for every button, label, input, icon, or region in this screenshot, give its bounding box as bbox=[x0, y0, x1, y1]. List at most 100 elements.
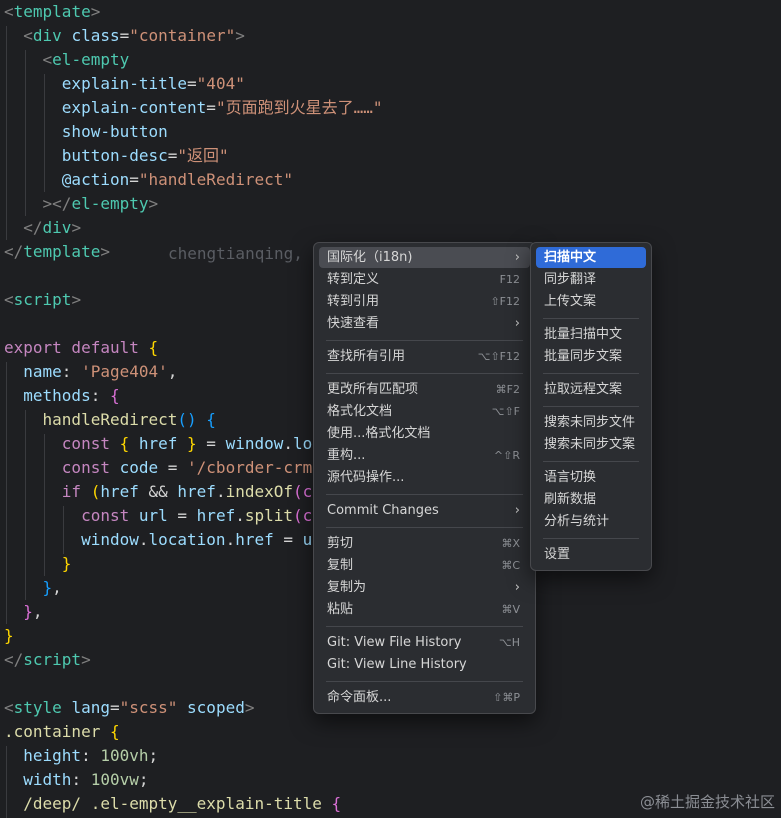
menu-item-label: 扫描中文 bbox=[544, 250, 597, 265]
code-line[interactable]: } bbox=[4, 552, 72, 576]
menu-item[interactable]: 源代码操作... bbox=[319, 467, 530, 488]
code-token: 100vw bbox=[90, 770, 139, 789]
code-line[interactable]: .container { bbox=[4, 720, 120, 744]
menu-item[interactable]: 使用...格式化文档 bbox=[319, 423, 530, 444]
menu-item[interactable]: 剪切 ⌘X bbox=[319, 533, 530, 554]
menu-item[interactable]: 搜索未同步文件 bbox=[536, 412, 646, 433]
menu-item[interactable]: 格式化文档 ⌥⇧F bbox=[319, 401, 530, 422]
code-line[interactable]: }, bbox=[4, 600, 42, 624]
menu-item[interactable]: 更改所有匹配项 ⌘F2 bbox=[319, 379, 530, 400]
code-line[interactable]: show-button bbox=[4, 120, 168, 144]
code-line[interactable]: <div class="container"> bbox=[4, 24, 245, 48]
code-line[interactable]: const { href } = window.lo bbox=[4, 432, 312, 456]
code-token: { bbox=[119, 434, 139, 453]
code-token: < bbox=[4, 2, 14, 21]
code-line[interactable]: </div> bbox=[4, 216, 81, 240]
code-line[interactable]: width: 100vw; bbox=[4, 768, 148, 792]
menu-item[interactable]: 同步翻译 bbox=[536, 269, 646, 290]
menu-item[interactable]: 转到引用 ⇧F12 bbox=[319, 291, 530, 312]
code-line[interactable]: name: 'Page404', bbox=[4, 360, 177, 384]
code-token: explain-content bbox=[61, 98, 207, 117]
menu-item[interactable]: 刷新数据 bbox=[536, 489, 646, 510]
menu-item[interactable]: 批量扫描中文 bbox=[536, 324, 646, 345]
menu-item[interactable]: 粘贴 ⌘V bbox=[319, 599, 530, 620]
menu-item[interactable]: 查找所有引用 ⌥⇧F12 bbox=[319, 346, 530, 367]
code-token: } bbox=[23, 602, 33, 621]
git-blame-annotation: chengtianqing, bbox=[168, 244, 303, 263]
code-line[interactable]: /deep/ .el-empty__explain-title { bbox=[4, 792, 341, 816]
code-line[interactable]: <template> bbox=[4, 0, 100, 24]
menu-item[interactable]: 转到定义 F12 bbox=[319, 269, 530, 290]
menu-item[interactable]: 拉取远程文案 bbox=[536, 379, 646, 400]
code-line[interactable]: </script> bbox=[4, 648, 91, 672]
menu-item[interactable]: 批量同步文案 bbox=[536, 346, 646, 367]
code-line[interactable]: </template> bbox=[4, 240, 110, 264]
code-token: < bbox=[23, 26, 33, 45]
code-line[interactable]: explain-content="页面跑到火星去了……" bbox=[4, 96, 383, 120]
menu-item[interactable]: Git: View File History ⌥H bbox=[319, 632, 530, 653]
menu-separator bbox=[326, 527, 523, 528]
code-line[interactable]: } bbox=[4, 624, 14, 648]
code-line[interactable]: @action="handleRedirect" bbox=[4, 168, 293, 192]
code-token: , bbox=[52, 578, 62, 597]
menu-item[interactable]: 快速查看 › bbox=[319, 313, 530, 334]
menu-item[interactable]: 上传文案 bbox=[536, 291, 646, 312]
menu-item[interactable]: 扫描中文 bbox=[536, 247, 646, 268]
menu-separator bbox=[543, 406, 639, 407]
code-token: > bbox=[244, 698, 255, 717]
code-token: const bbox=[81, 506, 139, 525]
code-line[interactable]: handleRedirect() { bbox=[4, 408, 216, 432]
code-token: > bbox=[71, 290, 82, 309]
code-line[interactable]: ></el-empty> bbox=[4, 192, 159, 216]
code-token: , bbox=[167, 362, 178, 381]
menu-item[interactable]: 国际化（i18n) › bbox=[319, 247, 530, 268]
code-token: indexOf bbox=[225, 482, 294, 501]
code-token: template bbox=[23, 242, 101, 261]
menu-item[interactable]: 设置 bbox=[536, 544, 646, 565]
code-token: '/cborder-crm bbox=[187, 458, 313, 477]
menu-item[interactable]: 命令面板... ⇧⌘P bbox=[319, 687, 530, 708]
code-line[interactable]: height: 100vh; bbox=[4, 744, 158, 768]
code-token: handleRedirect bbox=[42, 410, 178, 429]
menu-item-label: 重构... bbox=[327, 448, 366, 463]
menu-item[interactable]: 复制 ⌘C bbox=[319, 555, 530, 576]
code-token: "页面跑到火星去了……" bbox=[215, 98, 383, 117]
code-line[interactable]: const url = href.split(c bbox=[4, 504, 312, 528]
code-token: u bbox=[302, 530, 313, 549]
code-line[interactable]: <script> bbox=[4, 288, 81, 312]
menu-separator bbox=[543, 461, 639, 462]
code-line[interactable]: <style lang="scss" scoped> bbox=[4, 696, 254, 720]
code-line[interactable]: <el-empty bbox=[4, 48, 130, 72]
code-token: methods bbox=[23, 386, 91, 405]
code-token: < bbox=[4, 698, 14, 717]
menu-item[interactable]: Git: View Line History bbox=[319, 654, 530, 675]
code-token: href bbox=[138, 434, 178, 453]
menu-item[interactable]: Commit Changes › bbox=[319, 500, 530, 521]
code-token: () bbox=[177, 410, 197, 429]
code-token: = bbox=[167, 506, 197, 525]
menu-item[interactable]: 复制为 › bbox=[319, 577, 530, 598]
menu-item[interactable]: 语言切换 bbox=[536, 467, 646, 488]
menu-item-label: 命令面板... bbox=[327, 690, 392, 705]
code-line[interactable]: methods: { bbox=[4, 384, 119, 408]
code-line[interactable]: button-desc="返回" bbox=[4, 144, 229, 168]
code-line[interactable]: explain-title="404" bbox=[4, 72, 245, 96]
code-token: . bbox=[283, 434, 293, 453]
code-token: code bbox=[119, 458, 159, 477]
menu-item[interactable]: 分析与统计 bbox=[536, 511, 646, 532]
code-line[interactable]: const code = '/cborder-crm bbox=[4, 456, 312, 480]
code-token: "scss" bbox=[119, 698, 178, 717]
code-line[interactable]: window.location.href = u bbox=[4, 528, 312, 552]
menu-item[interactable]: 重构... ^⇧R bbox=[319, 445, 530, 466]
code-line[interactable]: export default { bbox=[4, 336, 158, 360]
code-token: width bbox=[23, 770, 72, 789]
code-line[interactable]: if (href && href.indexOf(c bbox=[4, 480, 312, 504]
code-line[interactable]: }, bbox=[4, 576, 62, 600]
code-token: url bbox=[138, 506, 168, 525]
menu-item[interactable]: 搜索未同步文案 bbox=[536, 434, 646, 455]
